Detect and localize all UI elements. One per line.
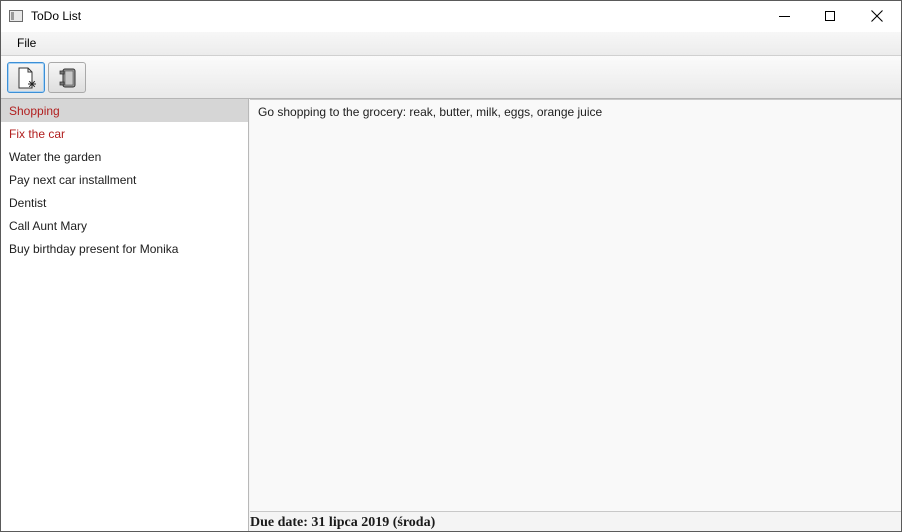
details-icon <box>59 68 76 88</box>
list-item[interactable]: Pay next car installment <box>1 168 248 191</box>
details-button[interactable] <box>48 62 86 93</box>
new-item-button[interactable] <box>7 62 45 93</box>
list-item[interactable]: Dentist <box>1 191 248 214</box>
maximize-icon <box>825 11 835 21</box>
toolbar <box>1 55 901 99</box>
list-item[interactable]: Water the garden <box>1 145 248 168</box>
menu-file[interactable]: File <box>9 32 44 55</box>
app-window-icon <box>9 10 23 22</box>
close-button[interactable] <box>854 1 900 32</box>
minimize-icon <box>779 16 790 17</box>
new-item-icon <box>18 67 36 89</box>
menu-bar: File <box>1 32 901 55</box>
due-date-label: Due date: 31 lipca 2019 (środa) <box>250 515 436 530</box>
list-item[interactable]: Shopping <box>1 99 248 122</box>
title-bar: ToDo List <box>1 1 901 32</box>
minimize-button[interactable] <box>762 1 808 32</box>
details-text-area[interactable]: Go shopping to the grocery: reak, butter… <box>250 99 901 512</box>
app-window: ToDo List File Shopping Fix the car Wate… <box>0 0 902 532</box>
window-title: ToDo List <box>31 9 82 23</box>
details-text: Go shopping to the grocery: reak, butter… <box>258 105 603 119</box>
list-item[interactable]: Call Aunt Mary <box>1 214 248 237</box>
list-item[interactable]: Buy birthday present for Monika <box>1 237 248 260</box>
maximize-button[interactable] <box>808 1 854 32</box>
todo-list[interactable]: Shopping Fix the car Water the garden Pa… <box>1 99 249 531</box>
list-item[interactable]: Fix the car <box>1 122 248 145</box>
close-icon <box>871 10 883 22</box>
